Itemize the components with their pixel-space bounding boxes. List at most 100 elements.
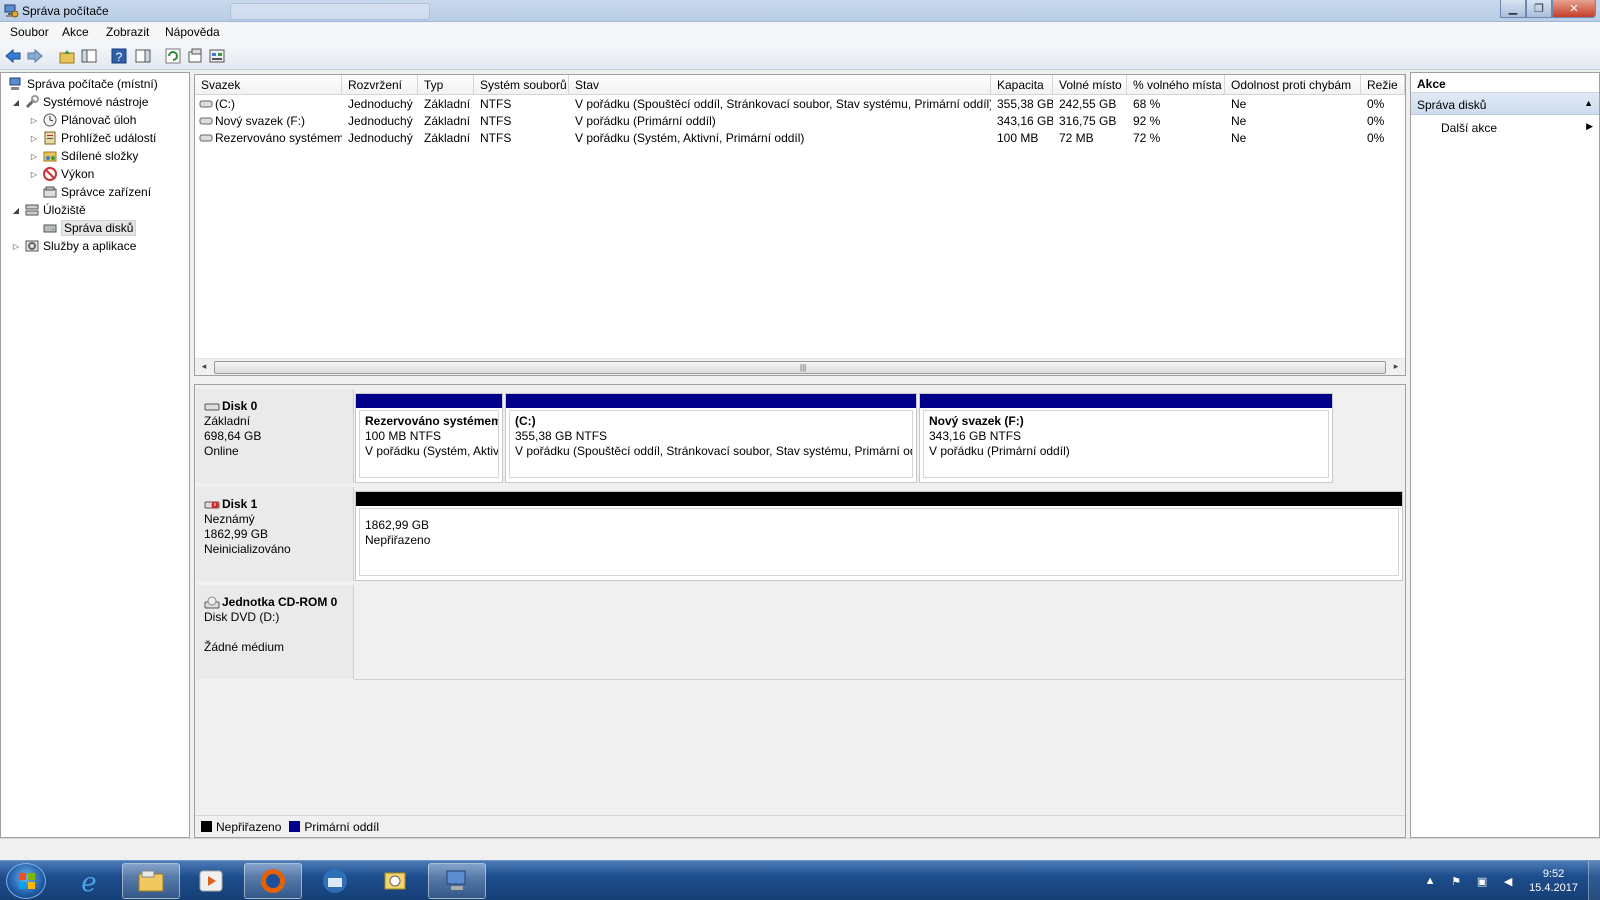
actions-section-disk-management[interactable]: Správa disků ▲ <box>1411 93 1599 115</box>
refresh-icon[interactable] <box>164 47 182 65</box>
partition-status: V pořádku (Primární oddíl) <box>929 444 1070 458</box>
tree-item-device-manager[interactable]: Správce zařízení <box>39 183 151 201</box>
disk-size: 698,64 GB <box>204 429 262 443</box>
partition-c[interactable]: (C:) 355,38 GB NTFS V pořádku (Spouštěcí… <box>505 393 917 483</box>
tree-item-disk-management[interactable]: Správa disků <box>39 219 137 237</box>
cell-volume: (C:) <box>215 97 235 111</box>
column-header-layout[interactable]: Rozvržení <box>342 75 418 95</box>
scroll-left-icon[interactable]: ◂ <box>196 361 212 372</box>
column-header-capacity[interactable]: Kapacita <box>991 75 1053 95</box>
disk-1-label[interactable]: Disk 1 Neznámý 1862,99 GB Neinicializová… <box>196 487 354 581</box>
menu-file[interactable]: Soubor <box>10 25 49 39</box>
menu-action[interactable]: Akce <box>62 25 89 39</box>
cell-percent-free: 92 % <box>1133 114 1161 128</box>
back-arrow-icon[interactable] <box>4 47 22 65</box>
tree-item-root[interactable]: Správa počítače (místní) <box>5 75 158 93</box>
disk-0-label[interactable]: Disk 0 Základní 698,64 GB Online <box>196 389 354 483</box>
column-header-percent-free[interactable]: % volného místa <box>1127 75 1225 95</box>
tree-label: Správa počítače (místní) <box>27 77 158 91</box>
scroll-right-icon[interactable]: ▸ <box>1388 361 1404 372</box>
properties-icon[interactable] <box>186 47 204 65</box>
taskbar-outlook[interactable] <box>366 863 424 899</box>
show-hide-action-pane-icon[interactable] <box>134 47 152 65</box>
network-icon[interactable]: ▣ <box>1474 873 1490 889</box>
action-center-flag-icon[interactable]: ⚑ <box>1448 873 1464 889</box>
column-header-type[interactable]: Typ <box>418 75 474 95</box>
show-hidden-icons-icon[interactable]: ▲ <box>1422 873 1438 889</box>
help-icon[interactable]: ? <box>110 47 128 65</box>
expand-icon[interactable]: ▷ <box>11 242 21 251</box>
partition-f[interactable]: Nový svazek (F:) 343,16 GB NTFS V pořádk… <box>919 393 1333 483</box>
clock-icon <box>43 113 57 127</box>
disk-settings-icon[interactable] <box>208 47 226 65</box>
collapse-up-icon[interactable]: ▲ <box>1584 98 1593 108</box>
column-header-free-space[interactable]: Volné místo <box>1053 75 1127 95</box>
column-header-fault-tolerance[interactable]: Odolnost proti chybám <box>1225 75 1361 95</box>
cell-type: Základní <box>424 97 471 111</box>
collapse-icon[interactable]: ◢ <box>11 206 21 215</box>
taskbar-firefox[interactable] <box>244 863 302 899</box>
cell-fault-tolerance: Ne <box>1231 114 1247 128</box>
taskbar-internet-explorer[interactable]: e <box>60 863 118 899</box>
show-desktop-button[interactable] <box>1588 861 1600 900</box>
thunderbird-icon <box>323 869 347 893</box>
partition-name: (C:) <box>515 414 536 428</box>
collapse-icon[interactable]: ◢ <box>11 98 21 107</box>
partition-size: 100 MB NTFS <box>365 429 442 443</box>
column-header-status[interactable]: Stav <box>569 75 991 95</box>
expand-icon[interactable]: ▷ <box>29 134 39 143</box>
taskbar-computer-management[interactable] <box>428 863 486 899</box>
actions-header: Akce <box>1411 73 1599 93</box>
tools-icon <box>25 95 39 109</box>
cdrom-label[interactable]: Jednotka CD-ROM 0 Disk DVD (D:) Žádné mé… <box>196 585 354 679</box>
tree-item-event-viewer[interactable]: ▷ Prohlížeč událostí <box>29 129 156 147</box>
more-actions[interactable]: Další akce ▶ <box>1411 115 1599 139</box>
tree-item-services[interactable]: ▷ Služby a aplikace <box>11 237 136 255</box>
tree-label: Úložiště <box>43 203 86 217</box>
toolbar: ? <box>0 42 1600 70</box>
disk-type: Neznámý <box>204 512 255 526</box>
maximize-button[interactable]: ❐ <box>1526 0 1552 18</box>
menu-help[interactable]: Nápověda <box>165 25 220 39</box>
cell-status: V pořádku (Spouštěcí oddíl, Stránkovací … <box>575 97 991 111</box>
console-tree: Správa počítače (místní) ◢ Systémové nás… <box>0 72 190 838</box>
volume-list: Svazek Rozvržení Typ Systém souborů Stav… <box>194 74 1406 376</box>
tree-item-system-tools[interactable]: ◢ Systémové nástroje <box>11 93 148 111</box>
clock[interactable]: 9:52 15.4.2017 <box>1529 867 1578 895</box>
taskbar-media-player[interactable] <box>182 863 240 899</box>
tree-label: Sdílené složky <box>61 149 139 163</box>
expand-icon[interactable]: ▷ <box>29 152 39 161</box>
column-header-volume[interactable]: Svazek <box>195 75 342 95</box>
taskbar-thunderbird[interactable] <box>306 863 364 899</box>
expand-icon[interactable]: ▷ <box>29 116 39 125</box>
cell-layout: Jednoduchý <box>348 114 413 128</box>
expand-icon[interactable]: ▷ <box>29 170 39 179</box>
tree-item-shared-folders[interactable]: ▷ Sdílené složky <box>29 147 138 165</box>
tree-item-performance[interactable]: ▷ Výkon <box>29 165 94 183</box>
partition-reserved[interactable]: Rezervováno systémem 100 MB NTFS V pořád… <box>355 393 503 483</box>
tree-item-task-scheduler[interactable]: ▷ Plánovač úloh <box>29 111 136 129</box>
start-button[interactable] <box>6 863 46 899</box>
close-button[interactable]: ✕ <box>1552 0 1596 18</box>
partition-size: 1862,99 GB <box>365 518 430 532</box>
cell-filesystem: NTFS <box>480 114 512 128</box>
legend: Nepřiřazeno Primární oddíl <box>195 815 1405 837</box>
services-icon <box>25 240 39 252</box>
partition-name: Nový svazek (F:) <box>929 414 1024 428</box>
event-log-icon <box>44 131 56 145</box>
column-header-filesystem[interactable]: Systém souborů <box>474 75 569 95</box>
forward-arrow-icon[interactable] <box>26 47 44 65</box>
partition-size: 355,38 GB NTFS <box>515 429 608 443</box>
minimize-button[interactable]: ▁ <box>1500 0 1526 18</box>
partition-unallocated[interactable]: 1862,99 GB Nepřiřazeno <box>355 491 1403 581</box>
show-hide-console-tree-icon[interactable] <box>80 47 98 65</box>
column-header-overhead[interactable]: Režie <box>1361 75 1405 95</box>
taskbar-explorer[interactable] <box>122 863 180 899</box>
partition-size: 343,16 GB NTFS <box>929 429 1022 443</box>
scrollbar-thumb[interactable]: ||| <box>214 361 1386 374</box>
tree-item-storage[interactable]: ◢ Úložiště <box>11 201 86 219</box>
volume-muted-icon[interactable]: ◀ <box>1500 873 1516 889</box>
menu-view[interactable]: Zobrazit <box>106 25 149 39</box>
horizontal-scrollbar[interactable]: ◂ ||| ▸ <box>195 358 1405 375</box>
up-folder-icon[interactable] <box>58 47 76 65</box>
